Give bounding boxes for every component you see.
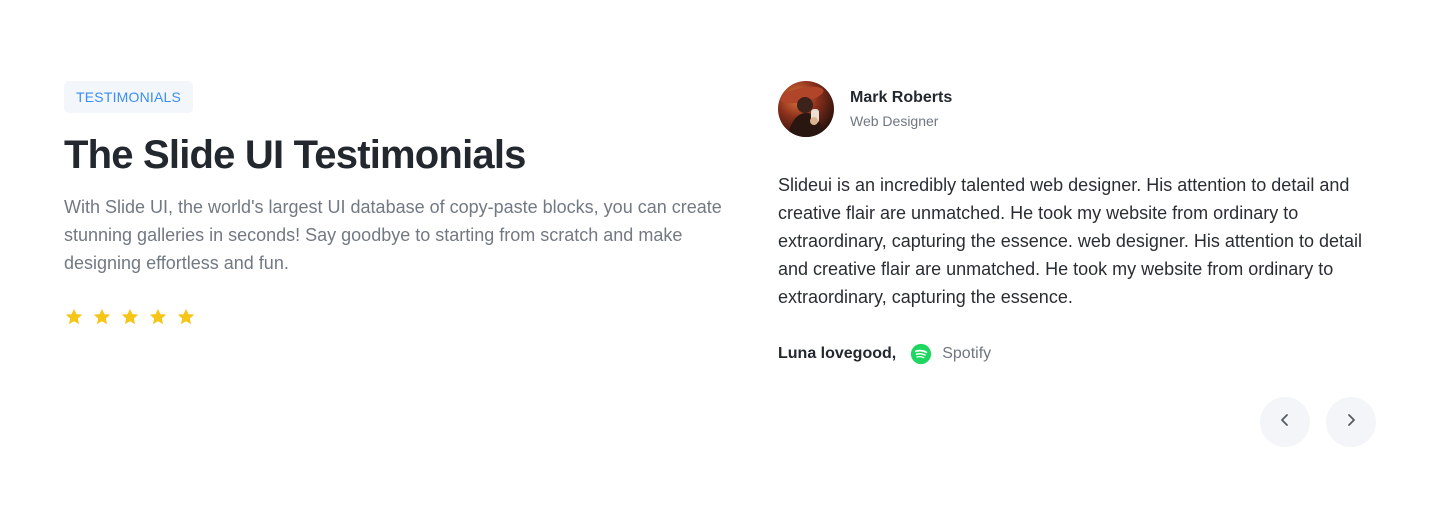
author-role: Web Designer	[850, 113, 939, 129]
previous-button[interactable]	[1260, 397, 1310, 447]
chevron-left-icon	[1278, 413, 1292, 432]
section-description: With Slide UI, the world's largest UI da…	[64, 197, 722, 273]
star-icon	[64, 307, 84, 327]
section-title: The Slide UI Testimonials	[64, 133, 526, 177]
star-rating	[64, 307, 724, 327]
author-block: Mark Roberts Web Designer	[778, 81, 1378, 137]
spotify-icon	[910, 343, 932, 365]
source-name: Luna lovegood,	[778, 345, 897, 362]
carousel-navigation	[1260, 397, 1376, 447]
testimonial-quote: Slideui is an incredibly talented web de…	[778, 175, 1363, 307]
star-icon	[176, 307, 196, 327]
next-button[interactable]	[1326, 397, 1376, 447]
testimonial-card: Mark Roberts Web Designer Slideui is an …	[778, 81, 1378, 365]
testimonials-section: TESTIMONIALS The Slide UI Testimonials W…	[0, 0, 1440, 527]
testimonials-intro: TESTIMONIALS The Slide UI Testimonials W…	[64, 81, 724, 327]
author-name: Mark Roberts	[850, 89, 953, 106]
chevron-right-icon	[1344, 413, 1358, 432]
source-company: Spotify	[942, 345, 992, 362]
testimonial-source: Luna lovegood, Spotify	[778, 343, 1378, 365]
star-icon	[148, 307, 168, 327]
avatar	[778, 81, 834, 137]
star-icon	[92, 307, 112, 327]
section-badge: TESTIMONIALS	[64, 81, 194, 113]
star-icon	[120, 307, 140, 327]
